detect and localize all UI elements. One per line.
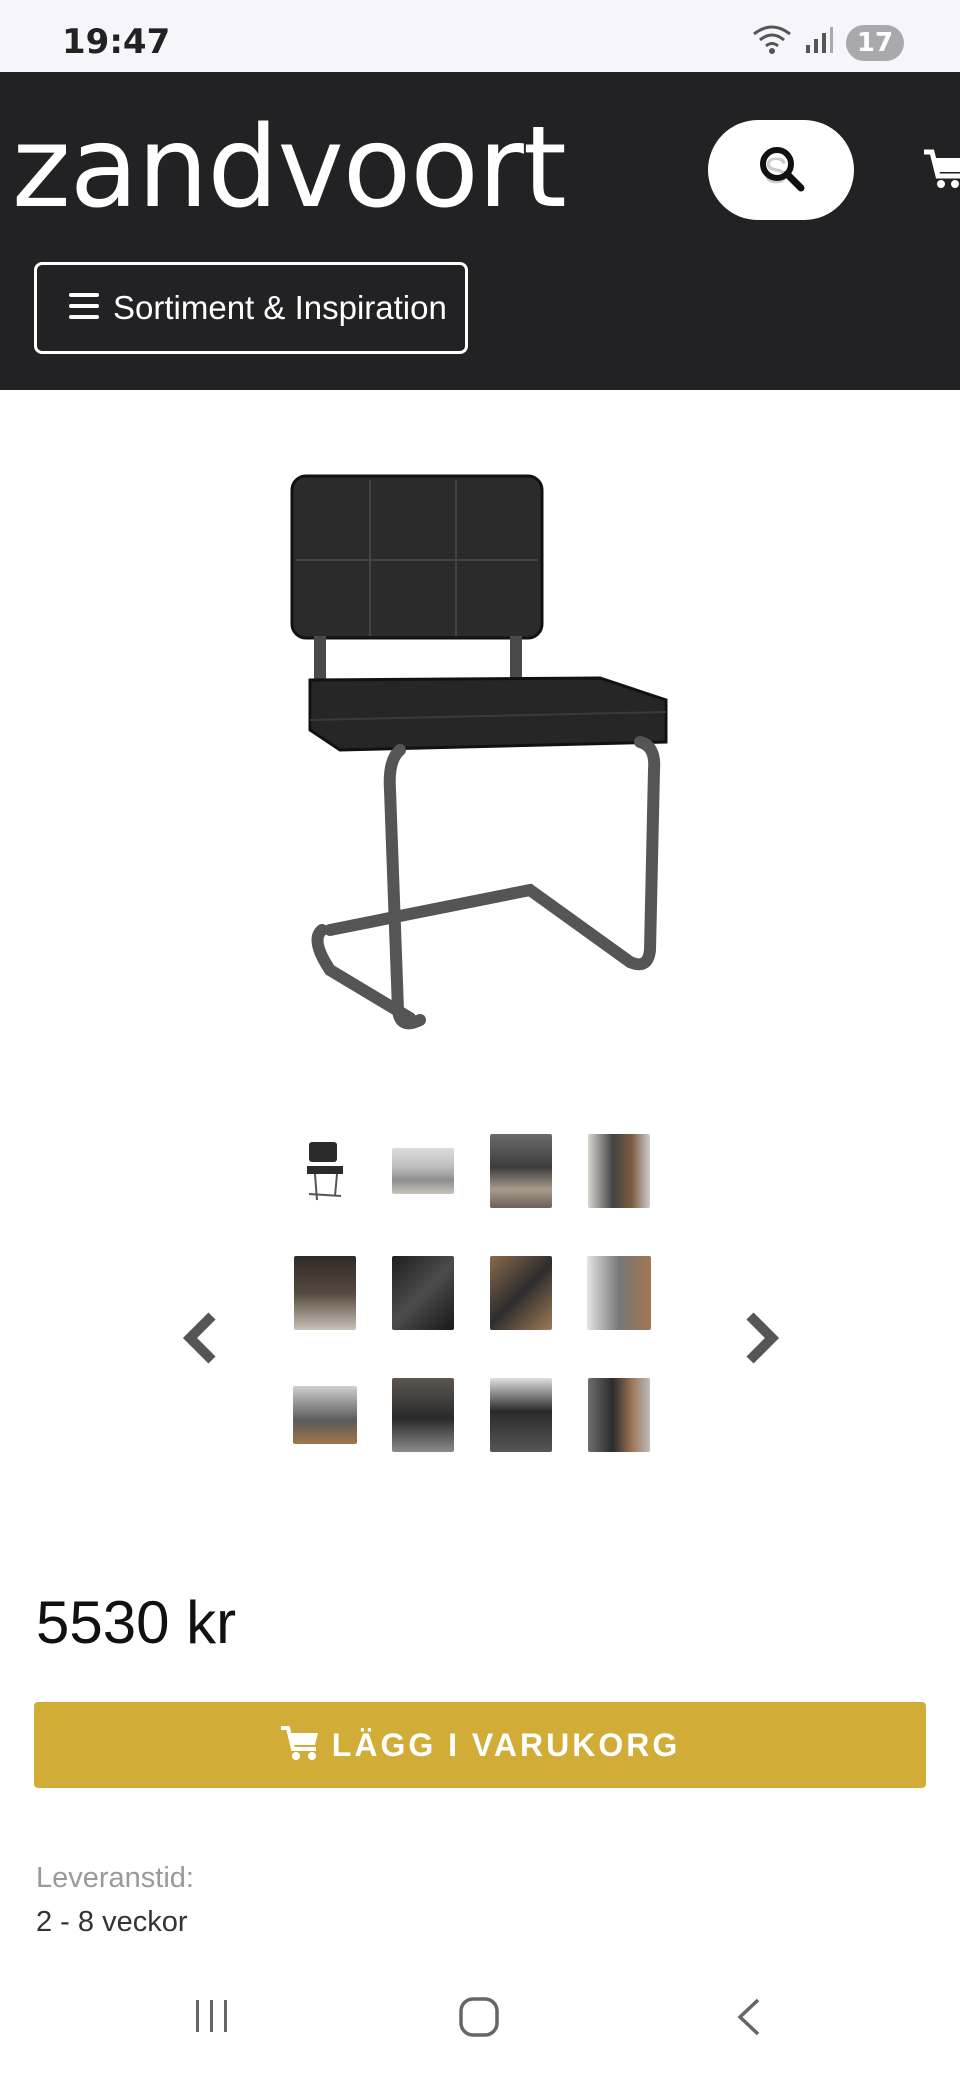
home-icon[interactable] bbox=[458, 1996, 500, 2043]
search-button[interactable]: S bbox=[708, 120, 854, 220]
thumbnail-grid bbox=[293, 1130, 651, 1456]
site-header: zandvoort S Sortiment & Inspiration bbox=[0, 72, 960, 390]
thumbnail-11[interactable] bbox=[489, 1374, 553, 1456]
add-to-cart-button[interactable]: LÄGG I VARUKORG bbox=[34, 1702, 926, 1788]
system-nav-bar bbox=[0, 1960, 960, 2080]
chevron-right-icon[interactable] bbox=[742, 1310, 782, 1366]
thumbnail-12[interactable] bbox=[587, 1374, 651, 1456]
thumbnail-5[interactable] bbox=[293, 1252, 357, 1334]
menu-label: Sortiment & Inspiration bbox=[113, 289, 447, 326]
search-icon bbox=[757, 144, 805, 197]
thumbnail-6[interactable] bbox=[391, 1252, 455, 1334]
wifi-icon bbox=[752, 24, 792, 61]
menu-button[interactable]: Sortiment & Inspiration bbox=[34, 262, 468, 354]
thumbnail-2[interactable] bbox=[391, 1130, 455, 1212]
hamburger-icon bbox=[69, 292, 99, 324]
status-time: 19:47 bbox=[62, 22, 171, 62]
lead-time-value: 2 - 8 veckor bbox=[36, 1906, 188, 1938]
thumbnail-7[interactable] bbox=[489, 1252, 553, 1334]
product-price: 5530 kr bbox=[36, 1589, 237, 1656]
lead-time-label: Leveranstid: bbox=[36, 1862, 194, 1894]
signal-icon bbox=[804, 25, 834, 60]
brand-logo[interactable]: zandvoort bbox=[12, 112, 567, 224]
notification-badge: 17 bbox=[846, 24, 904, 61]
thumbnail-4[interactable] bbox=[587, 1130, 651, 1212]
thumbnail-8[interactable] bbox=[587, 1252, 651, 1334]
chevron-left-icon[interactable] bbox=[180, 1310, 220, 1366]
product-image[interactable] bbox=[270, 450, 690, 1050]
thumbnail-3[interactable] bbox=[489, 1130, 553, 1212]
status-bar: 19:47 17 bbox=[0, 0, 960, 72]
add-to-cart-label: LÄGG I VARUKORG bbox=[331, 1726, 681, 1763]
thumbnail-gallery bbox=[0, 1130, 960, 1490]
thumbnail-10[interactable] bbox=[391, 1374, 455, 1456]
back-icon[interactable] bbox=[734, 1996, 764, 2043]
cart-icon bbox=[280, 1725, 320, 1766]
status-icons: 17 bbox=[752, 24, 904, 61]
thumbnail-9[interactable] bbox=[293, 1374, 357, 1456]
thumbnail-1[interactable] bbox=[293, 1130, 357, 1212]
recent-apps-icon[interactable] bbox=[192, 1996, 232, 2041]
cart-icon[interactable] bbox=[922, 148, 960, 197]
chair-icon bbox=[290, 474, 668, 1030]
